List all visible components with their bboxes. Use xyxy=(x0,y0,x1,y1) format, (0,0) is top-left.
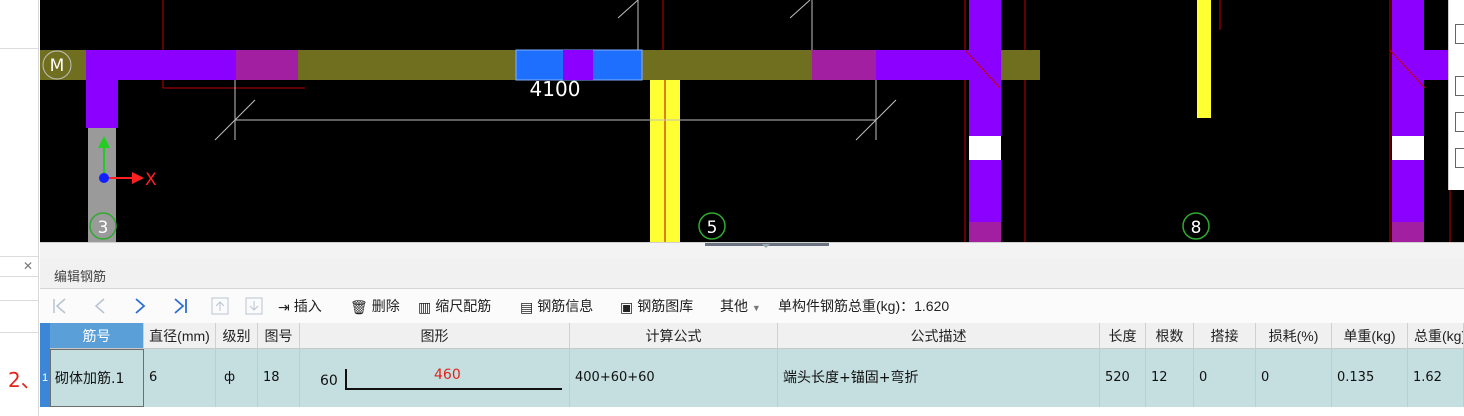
col-header-unit-weight[interactable]: 单重(kg) xyxy=(1332,323,1408,349)
view-tool-icon[interactable] xyxy=(1455,112,1464,132)
cell-shape[interactable]: 60 460 xyxy=(300,349,570,407)
wall-opening-right xyxy=(1392,136,1424,160)
cell-shape-no[interactable]: 18 xyxy=(258,349,300,407)
total-weight-text: 单构件钢筋总重(kg)：1.620 xyxy=(778,298,950,314)
cell-count[interactable]: 12 xyxy=(1146,349,1194,407)
cell-description[interactable]: 端头长度+锚固+弯折 xyxy=(778,349,1100,407)
collapse-arrow-icon[interactable] xyxy=(762,244,770,248)
cell-bar-name[interactable]: 砌体加筋.1 xyxy=(50,349,144,407)
wall-magenta-left xyxy=(236,50,298,80)
delete-button[interactable]: 🗑 删除 xyxy=(350,297,400,315)
panel-title: 编辑钢筋 xyxy=(54,269,107,284)
cell-loss[interactable]: 0 xyxy=(1256,349,1332,407)
view-tool-icon[interactable] xyxy=(1455,24,1464,44)
shape-hook-length: 60 xyxy=(320,373,338,389)
col-header-loss[interactable]: 损耗(%) xyxy=(1256,323,1332,349)
move-down-icon[interactable] xyxy=(244,295,264,317)
cad-drawing: M 3 5 8 4100 X xyxy=(40,0,1451,242)
cell-grade[interactable]: ф xyxy=(216,349,258,407)
library-label: 钢筋图库 xyxy=(637,298,694,314)
left-panel-divider xyxy=(0,300,38,301)
scale-label: 缩尺配筋 xyxy=(435,298,492,314)
col-header-length[interactable]: 长度 xyxy=(1100,323,1146,349)
insert-label: 插入 xyxy=(293,298,322,314)
view-tools-strip xyxy=(1448,0,1464,190)
left-panel xyxy=(0,0,39,416)
view-tool-icon[interactable] xyxy=(1455,76,1464,96)
col-header-shape-no[interactable]: 图号 xyxy=(258,323,300,349)
info-label: 钢筋信息 xyxy=(537,298,594,314)
other-label: 其他 xyxy=(720,298,748,314)
info-list-icon: ▤ xyxy=(520,299,534,316)
rebar-info-button[interactable]: ▤ 钢筋信息 xyxy=(520,297,593,315)
col-header-total-weight[interactable]: 总重(kg) xyxy=(1408,323,1464,349)
rebar-shape-diagram: 60 460 xyxy=(320,367,562,390)
scale-rebar-button[interactable]: ▥ 缩尺配筋 xyxy=(418,297,491,315)
col-header-grade[interactable]: 级别 xyxy=(216,323,258,349)
wall-purple-left xyxy=(86,50,236,80)
view-tool-icon[interactable] xyxy=(1455,148,1464,168)
axis-label-m: M xyxy=(50,56,65,76)
close-icon[interactable]: ✕ xyxy=(20,258,36,274)
left-panel-divider xyxy=(0,276,38,277)
col-header-diameter[interactable]: 直径(mm) xyxy=(144,323,216,349)
trash-icon: 🗑 xyxy=(350,299,368,316)
first-record-icon[interactable] xyxy=(50,295,70,317)
selected-element-core xyxy=(563,50,593,80)
wall-purple-far-right xyxy=(1392,50,1448,80)
yellow-column-top xyxy=(1197,0,1211,118)
chevron-down-icon: ▼ xyxy=(751,303,761,313)
ucs-x-arrow xyxy=(132,172,144,184)
panel-title-bar: 编辑钢筋 xyxy=(40,258,1464,289)
rebar-toolbar: ⇥ 插入 🗑 删除 ▥ 缩尺配筋 ▤ 钢筋信息 ▣ 钢筋图库 其他 ▼ 单构件钢筋总重(k… xyxy=(40,289,1464,324)
insert-button[interactable]: ⇥ 插入 xyxy=(278,297,322,315)
col-header-shape[interactable]: 图形 xyxy=(300,323,570,349)
prev-record-icon[interactable] xyxy=(90,295,110,317)
cell-total-weight[interactable]: 1.62 xyxy=(1408,349,1464,407)
left-panel-divider xyxy=(0,256,38,257)
next-record-icon[interactable] xyxy=(130,295,150,317)
axis-label-5: 5 xyxy=(707,218,718,238)
scale-chart-icon: ▥ xyxy=(418,299,432,316)
annotation-text: 2、 xyxy=(8,368,41,392)
column-left xyxy=(86,80,118,128)
col-header-formula[interactable]: 计算公式 xyxy=(570,323,778,349)
wall-opening xyxy=(969,136,1001,160)
cell-lap[interactable]: 0 xyxy=(1194,349,1256,407)
rebar-edit-panel: 编辑钢筋 ⇥ 插入 🗑 删除 ▥ 缩尺配筋 ▤ 钢筋信息 ▣ 钢筋图库 其他 ▼… xyxy=(40,258,1464,416)
cell-diameter[interactable]: 6 xyxy=(144,349,216,407)
last-record-icon[interactable] xyxy=(170,295,190,317)
other-dropdown[interactable]: 其他 ▼ xyxy=(720,297,761,315)
delete-label: 删除 xyxy=(371,298,400,314)
cell-unit-weight[interactable]: 0.135 xyxy=(1332,349,1408,407)
col-header-bar-no[interactable]: 筋号 xyxy=(50,323,144,349)
wall-magenta-bottom-right xyxy=(1392,222,1424,242)
wall-magenta-right xyxy=(812,50,876,80)
library-icon: ▣ xyxy=(620,299,634,316)
wall-vertical-right xyxy=(1392,0,1424,242)
left-panel-divider xyxy=(0,48,38,49)
cad-canvas[interactable]: M 3 5 8 4100 X xyxy=(40,0,1464,242)
wall-magenta-bottom xyxy=(969,222,1001,242)
ucs-origin xyxy=(99,173,109,183)
left-panel-divider xyxy=(0,332,38,333)
rebar-library-button[interactable]: ▣ 钢筋图库 xyxy=(620,297,693,315)
col-header-count[interactable]: 根数 xyxy=(1146,323,1194,349)
red-outlines xyxy=(162,0,1451,242)
panel-splitter[interactable] xyxy=(40,242,1464,259)
ucs-x-label: X xyxy=(145,170,157,190)
shape-main-length: 460 xyxy=(434,367,461,383)
row-index[interactable]: 1 xyxy=(40,349,50,407)
axis-label-3: 3 xyxy=(98,218,109,238)
insert-icon: ⇥ xyxy=(278,299,290,316)
cell-formula[interactable]: 400+60+60 xyxy=(570,349,778,407)
col-header-lap[interactable]: 搭接 xyxy=(1194,323,1256,349)
axis-label-8: 8 xyxy=(1191,218,1202,238)
wall-vertical-8 xyxy=(969,0,1001,242)
col-header-description[interactable]: 公式描述 xyxy=(778,323,1100,349)
dimension-text: 4100 xyxy=(530,77,581,101)
cell-length[interactable]: 520 xyxy=(1100,349,1146,407)
move-up-icon[interactable] xyxy=(210,295,230,317)
table-corner xyxy=(40,323,50,349)
